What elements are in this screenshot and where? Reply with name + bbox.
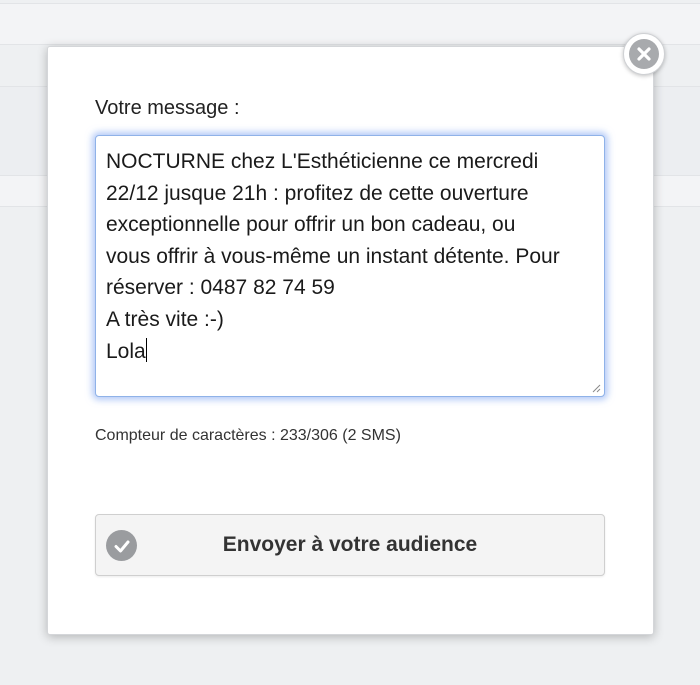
message-label: Votre message : (95, 97, 240, 119)
background-panel-top (0, 3, 700, 45)
text-caret (145, 337, 147, 362)
check-circle-icon (106, 530, 137, 561)
close-icon (629, 39, 659, 69)
close-button[interactable] (623, 33, 665, 75)
character-counter: Compteur de caractères : 233/306 (2 SMS) (95, 427, 401, 444)
send-to-audience-button[interactable]: Envoyer à votre audience (95, 514, 605, 576)
message-text: NOCTURNE chez L'Esthéticienne ce mercred… (106, 150, 560, 363)
send-button-label: Envoyer à votre audience (222, 533, 478, 556)
message-dialog: Votre message : NOCTURNE chez L'Esthétic… (47, 46, 654, 635)
resize-grip-icon[interactable] (591, 383, 601, 393)
message-textarea[interactable]: NOCTURNE chez L'Esthéticienne ce mercred… (95, 135, 605, 397)
